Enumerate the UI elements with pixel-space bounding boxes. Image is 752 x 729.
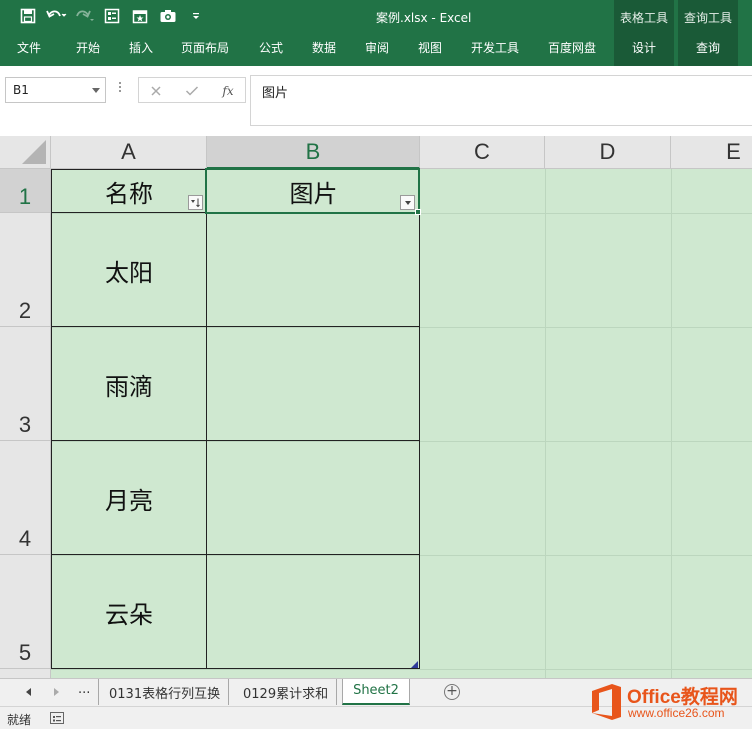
cell-a4[interactable]: 月亮 (51, 441, 207, 555)
cancel-icon[interactable] (143, 81, 169, 101)
gridline (671, 169, 672, 678)
row-header-4[interactable]: 4 (0, 441, 51, 555)
tab-data[interactable]: 数据 (312, 39, 336, 56)
tab-page-layout[interactable]: 页面布局 (181, 39, 229, 56)
camera-icon[interactable] (154, 5, 182, 27)
status-ready: 就绪 (7, 713, 32, 727)
customize-qat-icon[interactable] (182, 5, 210, 27)
cell-a3[interactable]: 雨滴 (51, 327, 207, 441)
tab-baidu-netdisk[interactable]: 百度网盘 (548, 39, 596, 56)
macro-record-icon[interactable] (50, 712, 64, 724)
redo-icon[interactable] (70, 5, 98, 27)
more-sheets-button[interactable]: ... (70, 679, 100, 705)
cell-b3[interactable] (207, 327, 420, 441)
tab-design[interactable]: 设计 (632, 39, 656, 56)
name-value: 太阳 (105, 258, 153, 287)
column-header-a[interactable]: A (51, 136, 207, 169)
quick-access-toolbar (14, 5, 210, 27)
tab-insert[interactable]: 插入 (129, 39, 153, 56)
gridline (545, 169, 546, 678)
header-name: 名称 (105, 179, 153, 208)
office-logo-icon (592, 684, 621, 720)
tab-formulas[interactable]: 公式 (259, 39, 283, 56)
name-value: 云朵 (105, 600, 153, 629)
filter-sort-icon[interactable] (188, 195, 203, 210)
sheet-tab-sheet2[interactable]: Sheet2 (342, 679, 410, 705)
form-icon[interactable] (98, 5, 126, 27)
sheet-tab-0129[interactable]: 0129累计求和 (235, 679, 338, 705)
name-value: 雨滴 (105, 372, 153, 401)
enter-icon[interactable] (179, 81, 205, 101)
row-header-5[interactable]: 5 (0, 555, 51, 669)
row-header-3[interactable]: 3 (0, 327, 51, 441)
row-header-6[interactable] (0, 669, 51, 678)
formula-input-value: 图片 (262, 86, 289, 101)
cell-a5[interactable]: 云朵 (51, 555, 207, 669)
chevron-down-icon[interactable] (92, 88, 100, 93)
column-header-c[interactable]: C (420, 136, 545, 169)
watermark: Office教程网 www.office26.com (588, 680, 748, 724)
tab-file[interactable]: 文件 (17, 39, 41, 56)
scroll-right-icon[interactable] (54, 688, 59, 696)
table-tools-label: 表格工具 (619, 11, 668, 25)
name-box[interactable]: B1 (5, 77, 106, 103)
cell-a2[interactable]: 太阳 (51, 213, 207, 327)
cell-b5[interactable] (207, 555, 420, 669)
watermark-url: www.office26.com (628, 706, 725, 720)
tab-review[interactable]: 审阅 (365, 39, 389, 56)
formula-input[interactable]: 图片 (250, 75, 752, 126)
row-header-1[interactable]: 1 (0, 169, 51, 213)
select-all-button[interactable] (0, 136, 51, 169)
scroll-left-icon[interactable] (26, 688, 31, 696)
tab-home[interactable]: 开始 (76, 39, 100, 56)
new-sheet-icon[interactable] (126, 5, 154, 27)
tab-developer[interactable]: 开发工具 (471, 39, 519, 56)
query-tools-label: 查询工具 (683, 11, 732, 25)
worksheet-grid[interactable]: A B C D E 1 2 3 4 5 名称 图片 太阳 雨滴 月亮 云朵 (0, 136, 752, 678)
name-box-value: B1 (13, 83, 29, 97)
drag-handle-icon[interactable] (118, 80, 122, 98)
cell-b2[interactable] (207, 213, 420, 327)
formula-buttons: fx (138, 77, 246, 103)
column-header-b[interactable]: B (207, 136, 420, 169)
tab-design-wrap: 设计 (614, 32, 674, 66)
active-cell-outline (205, 168, 420, 214)
save-icon[interactable] (14, 5, 42, 27)
column-header-d[interactable]: D (545, 136, 671, 169)
cell-b4[interactable] (207, 441, 420, 555)
name-value: 月亮 (105, 486, 153, 515)
tab-query[interactable]: 查询 (696, 39, 720, 56)
fill-handle[interactable] (415, 209, 421, 215)
column-header-e[interactable]: E (671, 136, 752, 169)
tab-view[interactable]: 视图 (418, 39, 442, 56)
window-title: 案例.xlsx - Excel (376, 11, 472, 25)
tab-query-wrap: 查询 (678, 32, 738, 66)
watermark-title: Office教程网 (627, 687, 738, 708)
row-header-2[interactable]: 2 (0, 213, 51, 327)
formula-bar-area: B1 fx 图片 (0, 66, 752, 136)
gridline (51, 669, 752, 670)
insert-function-icon[interactable]: fx (215, 81, 241, 101)
cell-a1[interactable]: 名称 (51, 169, 207, 213)
undo-icon[interactable] (42, 5, 70, 27)
add-sheet-icon[interactable]: + (444, 684, 460, 700)
sheet-tab-0131[interactable]: 0131表格行列互换 (101, 679, 230, 705)
